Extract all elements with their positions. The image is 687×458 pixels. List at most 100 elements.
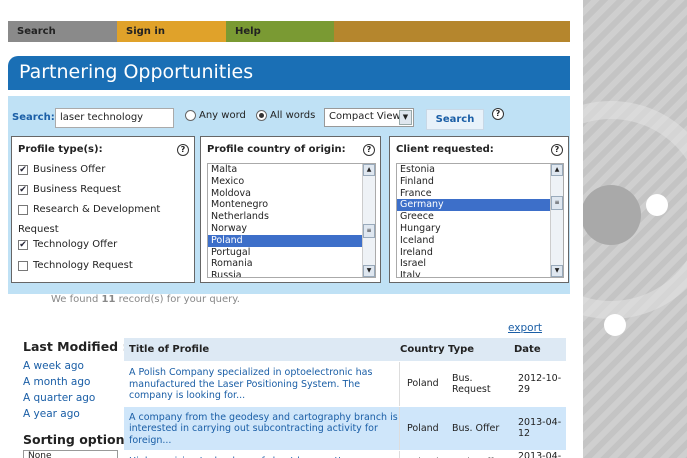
list-item[interactable]: Malta bbox=[208, 164, 375, 176]
list-item[interactable]: Hungary bbox=[397, 223, 563, 235]
radio-circle[interactable] bbox=[185, 110, 196, 121]
search-label: Search: bbox=[12, 112, 55, 123]
scroll-thumb[interactable]: ≡ bbox=[551, 196, 563, 210]
checkbox-checked-icon[interactable]: ✔ bbox=[18, 164, 28, 175]
checkbox-label: Research & Development bbox=[33, 204, 161, 215]
list-item[interactable]: Mexico bbox=[208, 176, 375, 188]
cell-type: Bus. Request bbox=[452, 372, 491, 395]
profile-title-link[interactable]: A company from the geodesy and cartograp… bbox=[124, 406, 400, 450]
help-icon[interactable]: ? bbox=[363, 144, 375, 156]
request-group-label: Request bbox=[18, 224, 59, 235]
cell-date: 2013-04-12 bbox=[518, 417, 562, 440]
decorative-circles bbox=[583, 101, 687, 336]
nav-tab-help[interactable]: Help bbox=[226, 21, 334, 42]
found-prefix: We found bbox=[51, 294, 102, 305]
checkbox-research-development[interactable]: Research & Development bbox=[18, 204, 160, 215]
checkbox-label: Business Offer bbox=[33, 164, 106, 175]
country-origin-panel: Profile country of origin: ? Malta Mexico… bbox=[200, 136, 381, 283]
search-panel: Search: laser technology Any word All wo… bbox=[8, 96, 570, 294]
list-item[interactable]: Montenegro bbox=[208, 199, 375, 211]
checkbox-label: Technology Request bbox=[33, 260, 133, 271]
search-input[interactable]: laser technology bbox=[55, 108, 174, 128]
cell-date: 2012-10-29 bbox=[518, 372, 562, 395]
help-icon[interactable]: ? bbox=[551, 144, 563, 156]
table-header: Title of Profile Country Type Date bbox=[124, 338, 566, 361]
profile-title-link[interactable]: A Polish Company specialized in optoelec… bbox=[124, 362, 400, 406]
list-item[interactable]: Estonia bbox=[397, 164, 563, 176]
filter-quarter-link[interactable]: A quarter ago bbox=[23, 392, 95, 404]
scrollbar[interactable]: ▲ ≡ ▼ bbox=[550, 164, 563, 277]
list-item[interactable]: Greece bbox=[397, 211, 563, 223]
checkbox-unchecked-icon[interactable] bbox=[18, 260, 28, 271]
filter-week-link[interactable]: A week ago bbox=[23, 360, 84, 372]
list-item[interactable]: Moldova bbox=[208, 188, 375, 200]
last-modified-title: Last Modified : bbox=[23, 339, 128, 354]
top-navigation: Search Sign in Help bbox=[8, 21, 570, 42]
list-item[interactable]: Germany bbox=[397, 199, 563, 212]
checkbox-technology-offer[interactable]: ✔ Technology Offer bbox=[18, 239, 117, 250]
checkbox-business-offer[interactable]: ✔ Business Offer bbox=[18, 164, 105, 175]
list-item[interactable]: Poland bbox=[208, 234, 375, 247]
list-item[interactable]: Italy bbox=[397, 270, 563, 277]
list-item[interactable]: Finland bbox=[397, 176, 563, 188]
list-item[interactable]: Iceland bbox=[397, 235, 563, 247]
all-words-radio[interactable]: All words bbox=[256, 110, 315, 121]
list-item[interactable]: Ireland bbox=[397, 247, 563, 259]
list-item[interactable]: Norway bbox=[208, 223, 375, 235]
scrollbar[interactable]: ▲ ≡ ▼ bbox=[362, 164, 375, 277]
checkbox-checked-icon[interactable]: ✔ bbox=[18, 184, 28, 195]
table-row[interactable]: A company from the geodesy and cartograp… bbox=[124, 405, 566, 450]
header-date[interactable]: Date bbox=[514, 344, 566, 355]
cell-country: Poland bbox=[407, 378, 439, 390]
scroll-down-icon[interactable]: ▼ bbox=[363, 265, 375, 277]
country-origin-title: Profile country of origin: bbox=[207, 144, 346, 155]
table-row[interactable]: High precision technology of sheet laser… bbox=[124, 450, 566, 458]
help-icon[interactable]: ? bbox=[177, 144, 189, 156]
cell-country: Poland bbox=[400, 451, 448, 458]
checkbox-technology-request[interactable]: Technology Request bbox=[18, 260, 133, 271]
filter-month-link[interactable]: A month ago bbox=[23, 376, 90, 388]
profile-title-link[interactable]: High precision technology of sheet laser… bbox=[124, 451, 400, 458]
export-link[interactable]: export bbox=[508, 322, 542, 334]
list-item[interactable]: Netherlands bbox=[208, 211, 375, 223]
list-item[interactable]: Portugal bbox=[208, 247, 375, 259]
table-row[interactable]: A Polish Company specialized in optoelec… bbox=[124, 361, 566, 406]
sorting-select[interactable]: None bbox=[23, 450, 118, 458]
header-title[interactable]: Title of Profile bbox=[124, 344, 400, 355]
nav-tab-sign-in[interactable]: Sign in bbox=[117, 21, 226, 42]
list-item[interactable]: France bbox=[397, 188, 563, 200]
cell-type: Tech. Offer bbox=[448, 451, 514, 458]
cell-type: Bus. Offer bbox=[452, 422, 500, 434]
radio-circle-selected[interactable] bbox=[256, 110, 267, 121]
search-button[interactable]: Search bbox=[426, 109, 484, 130]
any-word-radio[interactable]: Any word bbox=[185, 110, 246, 121]
checkbox-label: Business Request bbox=[33, 184, 121, 195]
list-item[interactable]: Russia bbox=[208, 270, 375, 277]
country-origin-listbox[interactable]: Malta Mexico Moldova Montenegro Netherlands N… bbox=[207, 163, 376, 278]
list-item[interactable]: Romania bbox=[208, 258, 375, 270]
view-select-value: Compact View bbox=[329, 111, 401, 122]
results-count-text: We found 11 record(s) for your query. bbox=[51, 294, 240, 305]
scroll-up-icon[interactable]: ▲ bbox=[363, 164, 375, 176]
scroll-thumb[interactable]: ≡ bbox=[363, 224, 375, 238]
checkbox-business-request[interactable]: ✔ Business Request bbox=[18, 184, 121, 195]
header-type[interactable]: Type bbox=[448, 344, 514, 355]
results-table: Title of Profile Country Type Date A Pol… bbox=[124, 338, 566, 458]
checkbox-checked-icon[interactable]: ✔ bbox=[18, 239, 28, 250]
checkbox-unchecked-icon[interactable] bbox=[18, 204, 28, 215]
page-title: Partnering Opportunities bbox=[19, 61, 254, 83]
scroll-up-icon[interactable]: ▲ bbox=[551, 164, 563, 176]
scroll-down-icon[interactable]: ▼ bbox=[551, 265, 563, 277]
sorting-options-title: Sorting options bbox=[23, 432, 132, 447]
filter-year-link[interactable]: A year ago bbox=[23, 408, 80, 420]
client-requested-listbox[interactable]: Estonia Finland France Germany Greece Hungary… bbox=[396, 163, 564, 278]
chevron-down-icon[interactable]: ▼ bbox=[399, 110, 412, 125]
nav-tab-search[interactable]: Search bbox=[8, 21, 117, 42]
all-words-label: All words bbox=[270, 110, 316, 121]
view-select[interactable]: Compact View ▼ bbox=[324, 108, 414, 127]
profile-type-panel: Profile type(s): ? ✔ Business Offer ✔ Bu… bbox=[11, 136, 195, 283]
page-banner: Partnering Opportunities bbox=[8, 56, 570, 90]
header-country[interactable]: Country bbox=[400, 344, 448, 355]
list-item[interactable]: Israel bbox=[397, 258, 563, 270]
help-icon[interactable]: ? bbox=[492, 108, 504, 120]
